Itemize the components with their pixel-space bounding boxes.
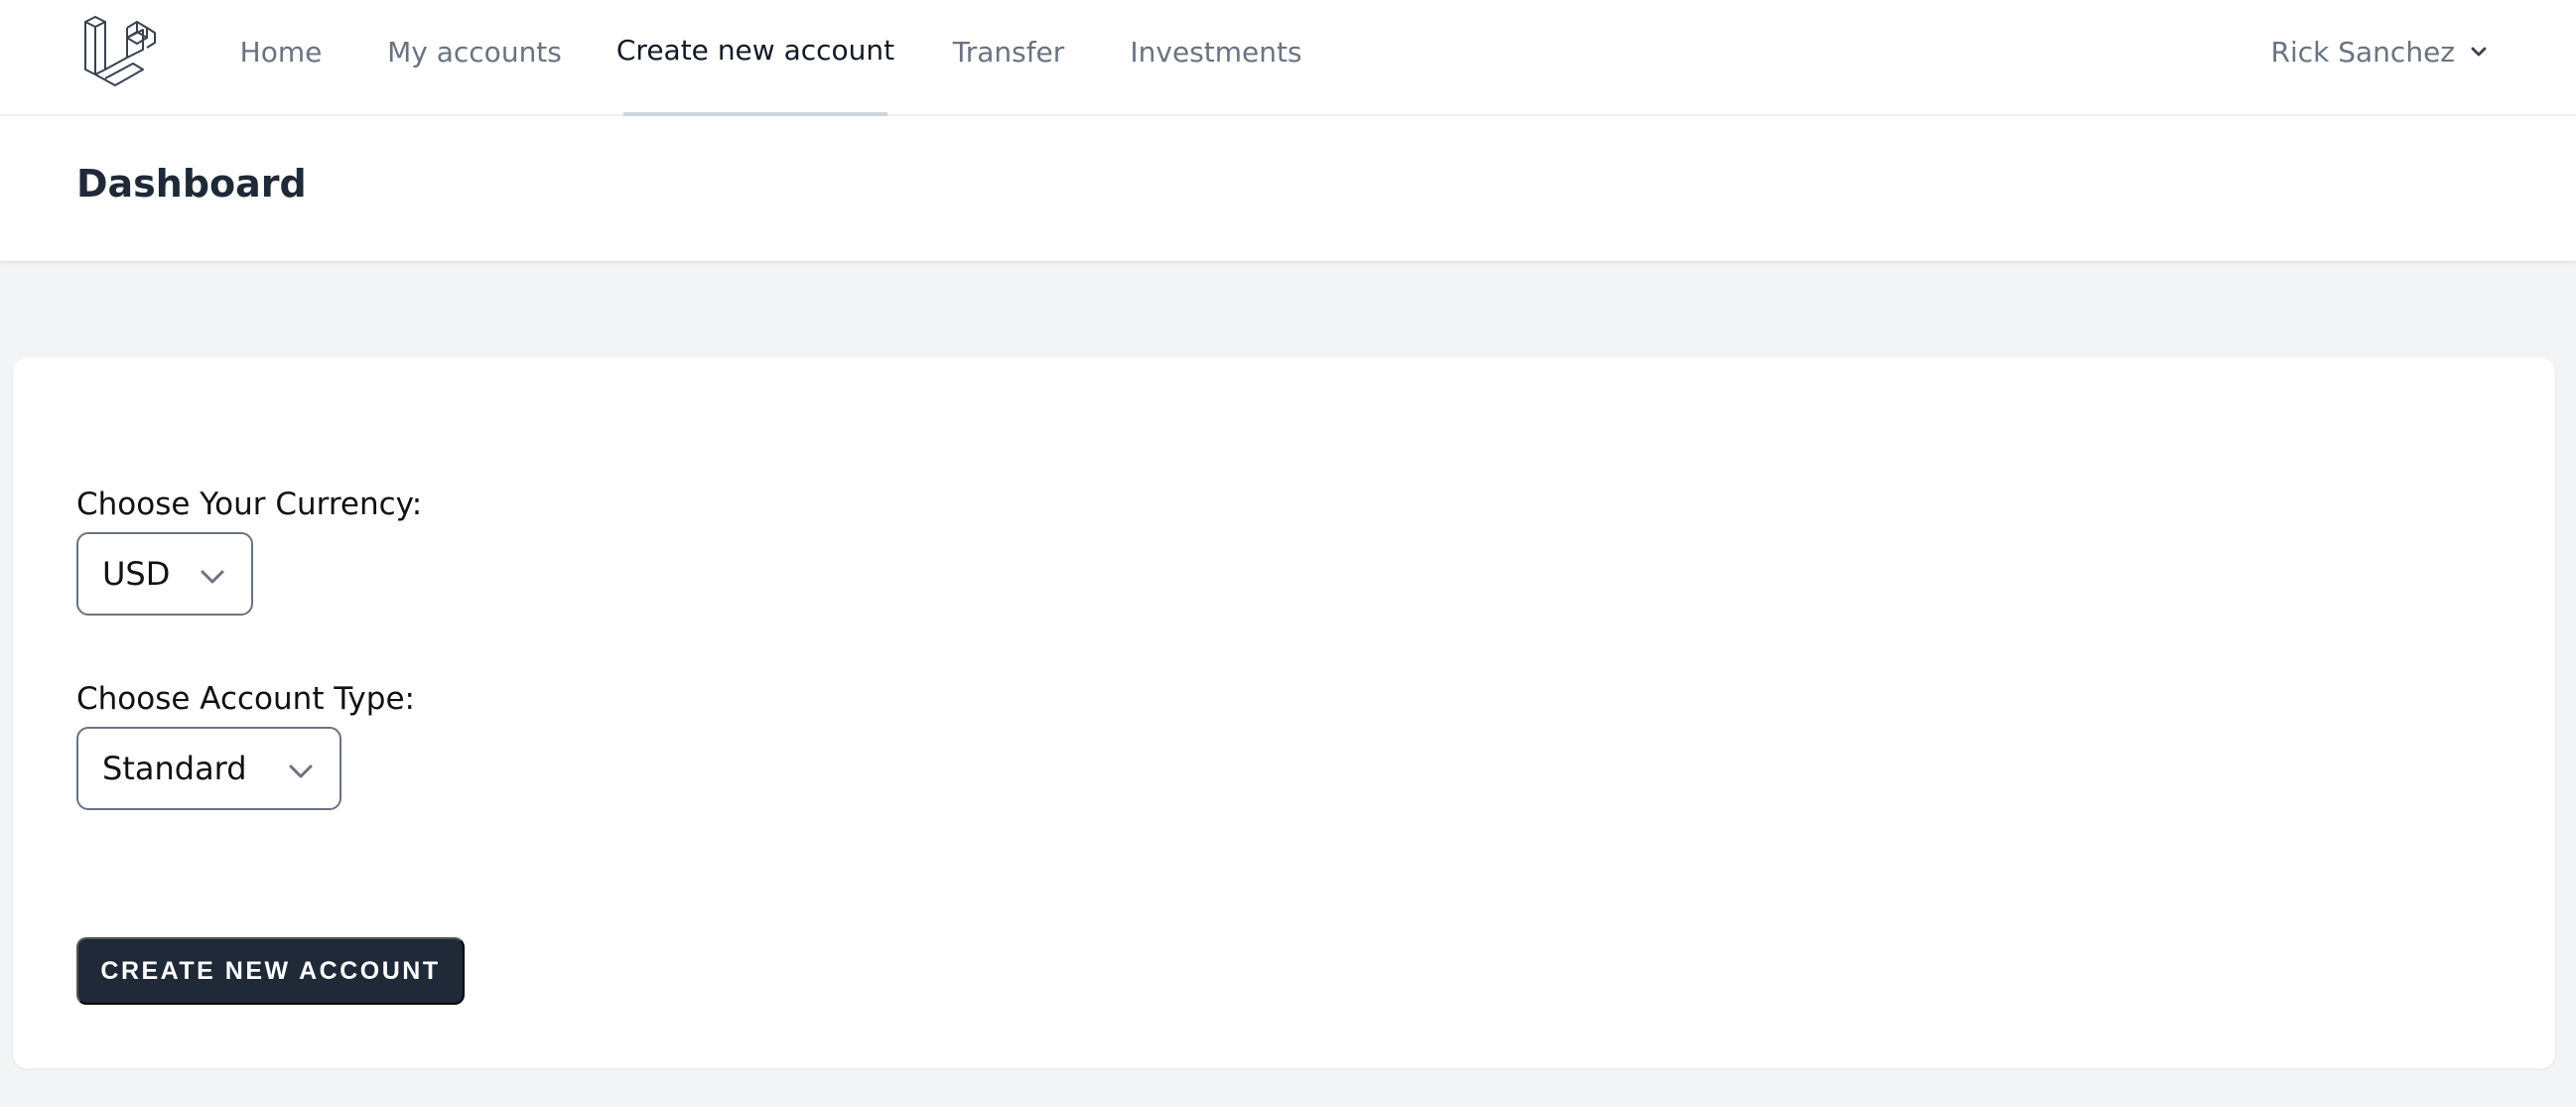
nav-create-new-account[interactable]: Create new account bbox=[616, 0, 894, 116]
nav-home-label: Home bbox=[239, 36, 323, 69]
user-menu[interactable]: Rick Sanchez bbox=[2271, 0, 2490, 103]
nav-home[interactable]: Home bbox=[228, 0, 334, 116]
account-type-select[interactable]: Standard bbox=[76, 727, 341, 810]
chevron-down-icon bbox=[2471, 47, 2487, 57]
user-name: Rick Sanchez bbox=[2270, 35, 2456, 69]
create-new-account-button[interactable]: CREATE NEW ACCOUNT bbox=[76, 937, 465, 1005]
page-title: Dashboard bbox=[76, 162, 307, 206]
chevron-down-icon bbox=[289, 764, 313, 778]
currency-select-value: USD bbox=[102, 555, 171, 593]
account-type-select-value: Standard bbox=[102, 750, 247, 787]
logo-icon[interactable] bbox=[83, 16, 157, 87]
nav-my-accounts-label: My accounts bbox=[387, 36, 562, 69]
page-header: Dashboard bbox=[0, 116, 2576, 261]
currency-label: Choose Your Currency: bbox=[76, 486, 423, 522]
nav-transfer-label: Transfer bbox=[952, 36, 1065, 69]
navbar: Home My accounts Create new account Tran… bbox=[0, 0, 2576, 116]
account-type-label: Choose Account Type: bbox=[76, 681, 415, 717]
nav-my-accounts[interactable]: My accounts bbox=[387, 0, 562, 116]
currency-select[interactable]: USD bbox=[76, 532, 253, 616]
nav-transfer[interactable]: Transfer bbox=[949, 0, 1068, 116]
create-account-card: Choose Your Currency: USD Choose Account… bbox=[13, 357, 2555, 1068]
chevron-down-icon bbox=[201, 570, 224, 584]
nav-investments[interactable]: Investments bbox=[1130, 0, 1302, 116]
nav-investments-label: Investments bbox=[1130, 36, 1302, 69]
nav-create-new-account-label: Create new account bbox=[615, 34, 895, 67]
